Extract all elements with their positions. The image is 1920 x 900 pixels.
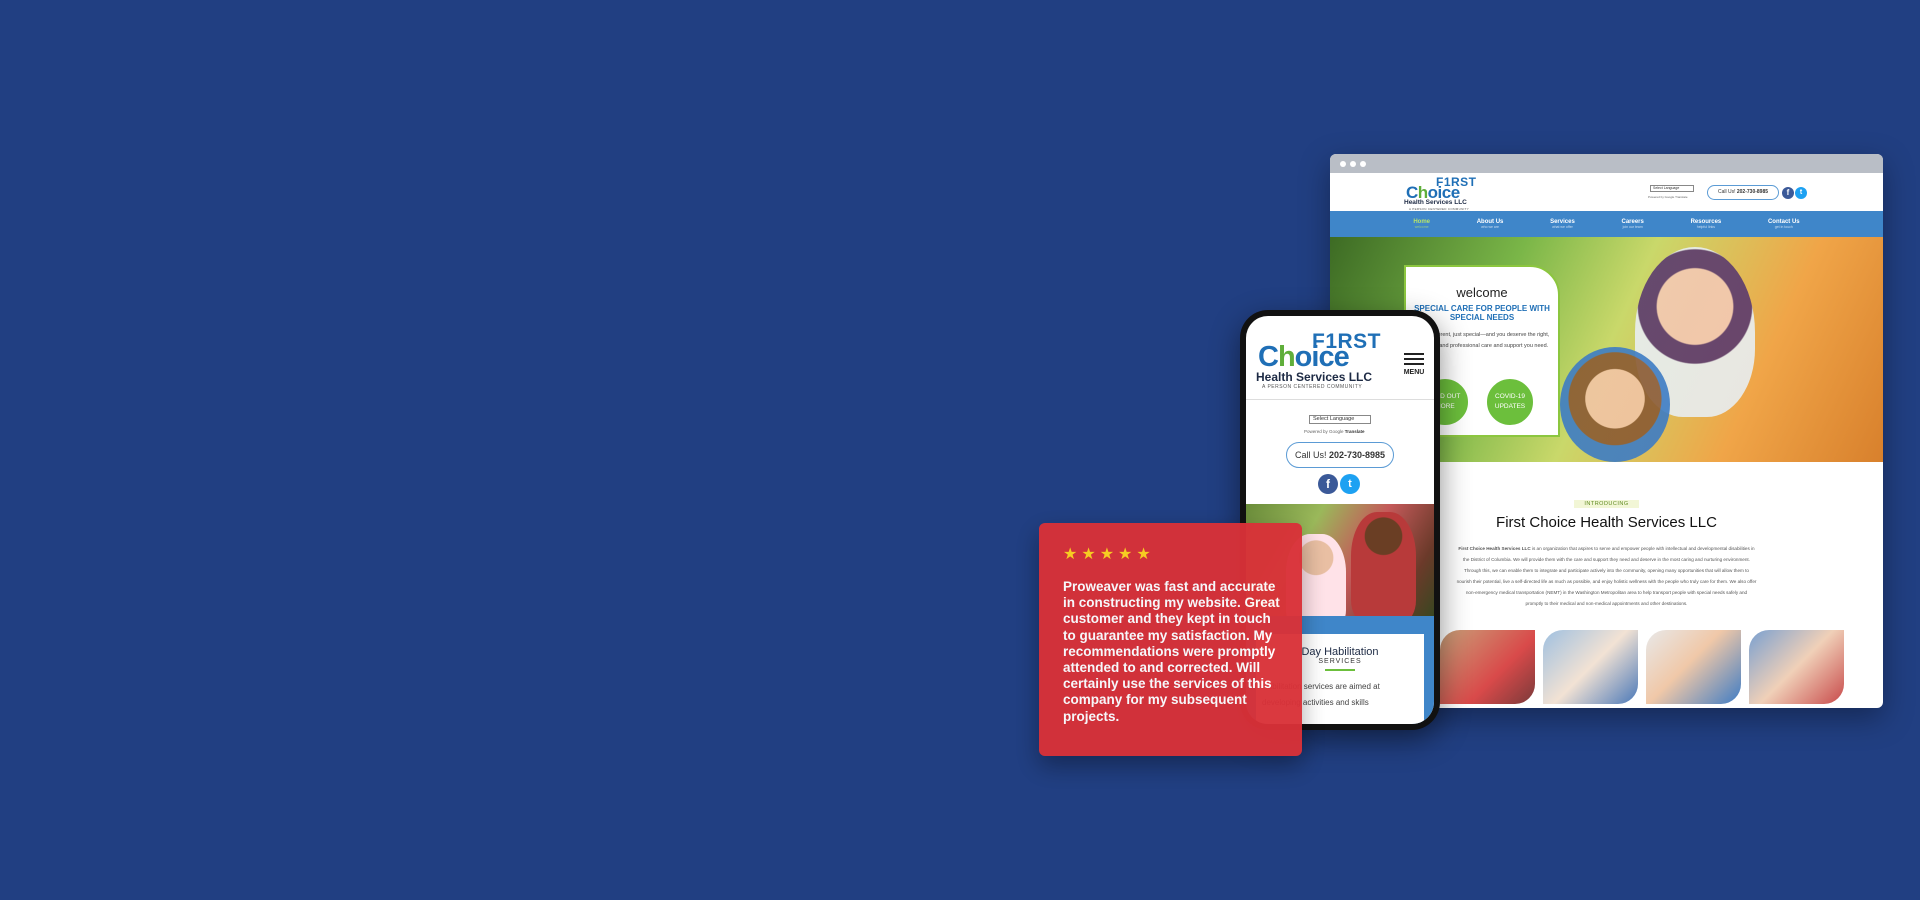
mobile-language-select[interactable]: Select Language <box>1309 415 1371 424</box>
logo-company-text: Health Services LLC <box>1256 370 1373 384</box>
nav-item-about-us[interactable]: About Us who we are <box>1477 219 1504 229</box>
hamburger-icon <box>1404 358 1424 360</box>
mobile-site-logo[interactable]: F1RST Choice Health Services LLC A PERSO… <box>1256 330 1381 394</box>
site-logo[interactable]: F1RST Choice Health Services LLC A PERSO… <box>1404 175 1482 211</box>
mobile-header: F1RST Choice Health Services LLC A PERSO… <box>1246 316 1434 400</box>
logo-tagline: A PERSON CENTERED COMMUNITY <box>1262 384 1363 390</box>
photo-thumbnail <box>1749 630 1844 704</box>
call-us-button[interactable]: Call Us! 202-730-8985 <box>1707 185 1779 200</box>
hero-photo-child <box>1560 347 1670 462</box>
welcome-title: welcome <box>1456 285 1508 300</box>
logo-tagline: A PERSON CENTERED COMMUNITY <box>1409 207 1470 211</box>
hamburger-icon <box>1404 363 1424 365</box>
nav-item-careers[interactable]: Careers join our team <box>1622 219 1644 229</box>
photo-thumbnail <box>1646 630 1741 704</box>
testimonial-card: ★ ★ ★ ★ ★ Proweaver was fast and accurat… <box>1039 523 1302 756</box>
window-dot <box>1340 160 1346 167</box>
star-icon: ★ <box>1118 546 1133 563</box>
nav-item-services[interactable]: Services what we offer <box>1550 219 1575 229</box>
photo-person <box>1351 512 1416 622</box>
testimonial-text: Proweaver was fast and accurate in const… <box>1063 579 1280 724</box>
photo-strip <box>1440 630 1844 704</box>
language-select[interactable]: Select Language <box>1650 185 1694 192</box>
hamburger-menu-button[interactable]: MENU <box>1402 350 1426 376</box>
intro-tag: INTRODUCING <box>1574 500 1639 508</box>
menu-label: MENU <box>1403 369 1425 376</box>
nav-item-home[interactable]: Home welcome <box>1413 219 1430 229</box>
star-icon: ★ <box>1081 546 1096 563</box>
photo-thumbnail <box>1440 630 1535 704</box>
site-header: F1RST Choice Health Services LLC A PERSO… <box>1330 173 1883 211</box>
hamburger-icon <box>1404 353 1424 355</box>
main-nav: Home welcome About Us who we are Services w… <box>1330 211 1883 237</box>
star-icon: ★ <box>1136 546 1151 563</box>
twitter-icon[interactable]: t <box>1795 187 1807 199</box>
star-icon: ★ <box>1063 546 1078 563</box>
browser-title-bar <box>1330 154 1883 173</box>
facebook-icon[interactable]: f <box>1318 474 1338 494</box>
mobile-call-us-button[interactable]: Call Us! 202-730-8985 <box>1286 442 1394 468</box>
window-dot <box>1350 160 1356 167</box>
star-icon: ★ <box>1099 546 1115 563</box>
card-divider <box>1325 669 1355 671</box>
intro-paragraph: First Choice Health Services LLC is an o… <box>1456 546 1757 606</box>
logo-company-text: Health Services LLC <box>1404 199 1467 206</box>
covid-updates-button[interactable]: COVID-19 UPDATES <box>1485 377 1535 427</box>
nav-item-contact-us[interactable]: Contact Us get in touch <box>1768 219 1800 229</box>
twitter-icon[interactable]: t <box>1340 474 1360 494</box>
photo-thumbnail <box>1543 630 1638 704</box>
star-rating: ★ ★ ★ ★ ★ <box>1063 547 1282 563</box>
nav-item-resources[interactable]: Resources helpful links <box>1691 219 1722 229</box>
mobile-translate-credit: Powered by Google Translate <box>1304 429 1365 434</box>
facebook-icon[interactable]: f <box>1782 187 1794 199</box>
window-dot <box>1360 160 1366 167</box>
google-translate-credit: Powered by Google Translate <box>1648 195 1688 199</box>
